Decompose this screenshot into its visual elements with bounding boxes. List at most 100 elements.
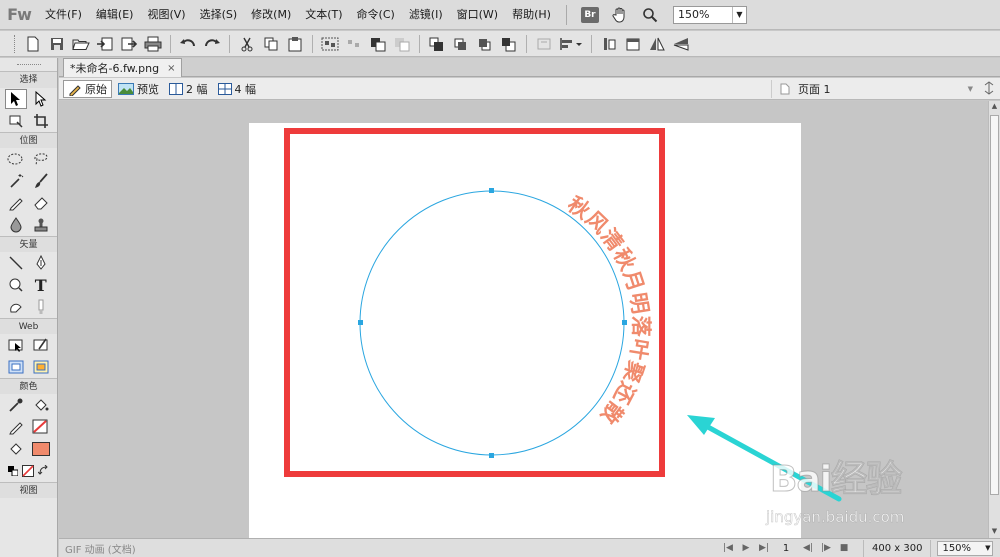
menu-modify[interactable]: 修改(M) bbox=[244, 0, 298, 30]
first-frame-button[interactable]: |◀ bbox=[719, 543, 737, 553]
rotate-ccw-button[interactable] bbox=[597, 33, 621, 55]
view-original-button[interactable]: 原始 bbox=[63, 79, 112, 98]
menu-select[interactable]: 选择(S) bbox=[193, 0, 245, 30]
freeform-tool[interactable] bbox=[5, 297, 27, 317]
canvas-size-readout[interactable]: 400 x 300 bbox=[863, 539, 932, 557]
redo-button[interactable] bbox=[200, 33, 224, 55]
path-point-left[interactable] bbox=[358, 320, 363, 325]
default-colors-button[interactable] bbox=[7, 466, 18, 476]
rotate-cw-icon bbox=[626, 38, 640, 50]
print-button[interactable] bbox=[141, 33, 165, 55]
brush-tool[interactable] bbox=[30, 171, 52, 191]
toolbar-grip[interactable] bbox=[14, 34, 17, 53]
subselect-tool[interactable] bbox=[30, 89, 52, 109]
copy-button[interactable] bbox=[259, 33, 283, 55]
bring-front-button[interactable] bbox=[425, 33, 449, 55]
next-frame-button[interactable]: |▶ bbox=[817, 543, 835, 553]
hand-tool-button[interactable] bbox=[609, 4, 631, 26]
close-icon[interactable]: × bbox=[167, 63, 175, 74]
lasso-tool[interactable] bbox=[30, 149, 52, 169]
rectangle-tool[interactable] bbox=[5, 275, 27, 295]
text-tool[interactable]: T bbox=[30, 275, 52, 295]
menu-filters[interactable]: 滤镜(I) bbox=[402, 0, 450, 30]
knife-tool[interactable] bbox=[30, 297, 52, 317]
open-button[interactable] bbox=[69, 33, 93, 55]
crop-tool[interactable] bbox=[30, 111, 52, 131]
page-select[interactable]: 页面 1 ▼ bbox=[771, 80, 981, 98]
hide-slices-button[interactable] bbox=[5, 357, 27, 377]
document-tab[interactable]: *未命名-6.fw.png × bbox=[63, 58, 183, 77]
path-point-top[interactable] bbox=[489, 188, 494, 193]
stop-button[interactable]: ■ bbox=[835, 543, 853, 553]
ungroup-button[interactable] bbox=[342, 33, 366, 55]
zoom-tool-button[interactable] bbox=[639, 4, 661, 26]
slice-tool[interactable] bbox=[30, 335, 52, 355]
no-color-button[interactable] bbox=[21, 465, 34, 477]
view-2up-button[interactable]: 2 幅 bbox=[165, 80, 212, 98]
export-button[interactable] bbox=[117, 33, 141, 55]
swap-colors-button[interactable] bbox=[37, 464, 50, 477]
view-4up-button[interactable]: 4 幅 bbox=[214, 80, 261, 98]
menu-edit[interactable]: 编辑(E) bbox=[89, 0, 141, 30]
canvas-area[interactable]: 秋风清秋月明落叶聚还散 bbox=[59, 101, 988, 538]
undo-button[interactable] bbox=[176, 33, 200, 55]
new-document-icon bbox=[27, 36, 39, 51]
flip-vertical-button[interactable] bbox=[669, 33, 693, 55]
marquee-tool[interactable] bbox=[5, 149, 27, 169]
send-back-button[interactable] bbox=[497, 33, 521, 55]
rubber-stamp-tool[interactable] bbox=[30, 215, 52, 235]
menu-file[interactable]: 文件(F) bbox=[38, 0, 89, 30]
menu-commands[interactable]: 命令(C) bbox=[350, 0, 402, 30]
zoom-select[interactable]: 150% ▼ bbox=[672, 5, 747, 24]
paste-button[interactable] bbox=[283, 33, 307, 55]
scrollbar-thumb[interactable] bbox=[990, 115, 999, 495]
hotspot-tool[interactable] bbox=[5, 335, 27, 355]
line-tool[interactable] bbox=[5, 253, 27, 273]
paint-bucket-tool[interactable] bbox=[30, 395, 52, 415]
panel-grip[interactable] bbox=[0, 58, 57, 72]
pen-tool[interactable] bbox=[30, 253, 52, 273]
scale-tool[interactable] bbox=[5, 111, 27, 131]
menu-view[interactable]: 视图(V) bbox=[140, 0, 192, 30]
show-slices-button[interactable] bbox=[30, 357, 52, 377]
fill-color-swatch[interactable] bbox=[30, 439, 52, 459]
chevron-down-icon: ▼ bbox=[985, 544, 991, 552]
rotate-cw-button[interactable] bbox=[621, 33, 645, 55]
vertical-scrollbar[interactable]: ▲ ▼ bbox=[988, 101, 1000, 538]
join-button[interactable] bbox=[366, 33, 390, 55]
blur-tool[interactable] bbox=[5, 215, 27, 235]
pointer-tool[interactable] bbox=[5, 89, 28, 109]
send-backward-button[interactable] bbox=[473, 33, 497, 55]
chevron-down-icon: ▼ bbox=[731, 6, 746, 23]
new-document-button[interactable] bbox=[21, 33, 45, 55]
align-button[interactable] bbox=[532, 33, 556, 55]
menu-help[interactable]: 帮助(H) bbox=[505, 0, 558, 30]
scroll-down-icon[interactable]: ▼ bbox=[990, 527, 999, 537]
panel-options-button[interactable] bbox=[982, 81, 996, 95]
scroll-up-icon[interactable]: ▲ bbox=[990, 102, 999, 112]
path-point-bottom[interactable] bbox=[489, 453, 494, 458]
view-preview-button[interactable]: 预览 bbox=[114, 80, 163, 98]
play-button[interactable]: ▶ bbox=[737, 543, 755, 553]
group-button[interactable] bbox=[318, 33, 342, 55]
bring-forward-button[interactable] bbox=[449, 33, 473, 55]
bridge-button[interactable]: Br bbox=[579, 4, 601, 26]
status-zoom-select[interactable]: 150% ▼ bbox=[937, 540, 994, 556]
flip-horizontal-button[interactable] bbox=[645, 33, 669, 55]
magic-wand-tool[interactable] bbox=[5, 171, 27, 191]
save-button[interactable] bbox=[45, 33, 69, 55]
cut-button[interactable] bbox=[235, 33, 259, 55]
path-point-right[interactable] bbox=[622, 320, 627, 325]
menu-text[interactable]: 文本(T) bbox=[298, 0, 349, 30]
eyedropper-tool[interactable] bbox=[5, 395, 27, 415]
previous-frame-button[interactable]: ◀| bbox=[799, 543, 817, 553]
four-up-icon bbox=[217, 82, 232, 95]
stroke-color-swatch[interactable] bbox=[30, 417, 52, 437]
split-button[interactable] bbox=[390, 33, 414, 55]
pencil-tool[interactable] bbox=[5, 193, 27, 213]
align-dropdown-button[interactable] bbox=[556, 33, 586, 55]
menu-window[interactable]: 窗口(W) bbox=[450, 0, 505, 30]
import-button[interactable] bbox=[93, 33, 117, 55]
eraser-tool[interactable] bbox=[30, 193, 52, 213]
last-frame-button[interactable]: ▶| bbox=[755, 543, 773, 553]
